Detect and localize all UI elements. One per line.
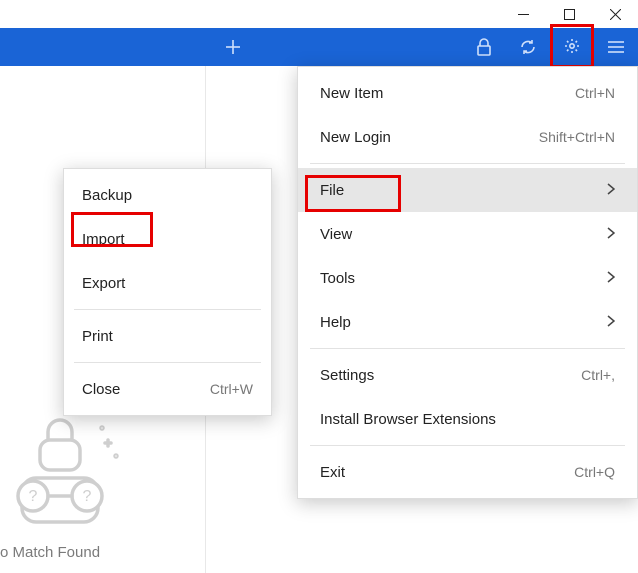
menu-item-label: Tools [320, 270, 355, 287]
menu-item-label: View [320, 226, 352, 243]
submenu-item-label: Export [82, 275, 125, 292]
submenu-item-close[interactable]: Close Ctrl+W [64, 367, 271, 411]
menu-item-new-login[interactable]: New Login Shift+Ctrl+N [298, 115, 637, 159]
menu-item-label: Exit [320, 464, 345, 481]
submenu-item-label: Import [82, 231, 125, 248]
submenu-separator [74, 309, 261, 310]
svg-text:?: ? [29, 488, 38, 505]
window-minimize-button[interactable] [500, 0, 546, 28]
lock-icon[interactable] [462, 28, 506, 66]
menu-item-label: File [320, 182, 344, 199]
sync-icon[interactable] [506, 28, 550, 66]
window-titlebar [0, 0, 638, 28]
submenu-item-backup[interactable]: Backup [64, 173, 271, 217]
menu-item-tools[interactable]: Tools [298, 256, 637, 300]
chevron-right-icon [607, 226, 615, 243]
chevron-right-icon [607, 270, 615, 287]
menu-item-label: Install Browser Extensions [320, 411, 496, 428]
empty-state: ? ? o Match Found [0, 400, 205, 561]
chevron-right-icon [607, 314, 615, 331]
svg-text:?: ? [83, 488, 92, 505]
gear-icon[interactable] [563, 37, 581, 55]
submenu-item-label: Backup [82, 187, 132, 204]
menu-item-settings[interactable]: Settings Ctrl+, [298, 353, 637, 397]
menu-item-help[interactable]: Help [298, 300, 637, 344]
submenu-item-import[interactable]: Import [64, 217, 271, 261]
menu-item-label: Help [320, 314, 351, 331]
settings-menu: New Item Ctrl+N New Login Shift+Ctrl+N F… [297, 66, 638, 499]
add-button[interactable] [211, 28, 255, 66]
empty-state-illustration: ? ? [0, 400, 130, 530]
menu-item-shortcut: Ctrl+, [581, 367, 615, 383]
submenu-item-label: Print [82, 328, 113, 345]
menu-item-view[interactable]: View [298, 212, 637, 256]
menu-item-new-item[interactable]: New Item Ctrl+N [298, 71, 637, 115]
submenu-item-shortcut: Ctrl+W [210, 381, 253, 397]
menu-item-file[interactable]: File [298, 168, 637, 212]
menu-item-shortcut: Ctrl+N [575, 85, 615, 101]
submenu-item-label: Close [82, 381, 120, 398]
menu-separator [310, 163, 625, 164]
menu-item-exit[interactable]: Exit Ctrl+Q [298, 450, 637, 494]
window-close-button[interactable] [592, 0, 638, 28]
app-toolbar [0, 28, 638, 66]
menu-separator [310, 445, 625, 446]
hamburger-menu-icon[interactable] [594, 28, 638, 66]
submenu-item-print[interactable]: Print [64, 314, 271, 358]
settings-button-highlight [550, 24, 594, 68]
menu-item-label: New Item [320, 85, 383, 102]
menu-item-label: Settings [320, 367, 374, 384]
submenu-item-export[interactable]: Export [64, 261, 271, 305]
empty-state-text: o Match Found [0, 544, 100, 561]
chevron-right-icon [607, 182, 615, 199]
menu-item-extensions[interactable]: Install Browser Extensions [298, 397, 637, 441]
file-submenu: Backup Import Export Print Close Ctrl+W [63, 168, 272, 416]
menu-item-label: New Login [320, 129, 391, 146]
menu-item-shortcut: Shift+Ctrl+N [539, 129, 615, 145]
menu-separator [310, 348, 625, 349]
menu-item-shortcut: Ctrl+Q [574, 464, 615, 480]
submenu-separator [74, 362, 261, 363]
